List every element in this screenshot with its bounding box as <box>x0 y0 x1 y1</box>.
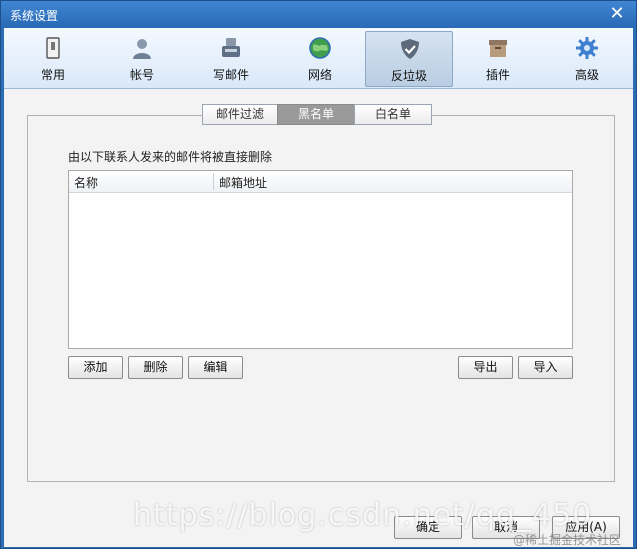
general-icon <box>46 37 60 59</box>
column-header-name[interactable]: 名称 <box>74 174 98 191</box>
toolbar-item-advanced[interactable]: 高级 <box>543 31 631 87</box>
tab-mail-filter[interactable]: 邮件过滤 <box>202 104 278 125</box>
network-icon <box>309 37 331 59</box>
gear-icon <box>576 37 598 59</box>
toolbar-item-general[interactable]: 常用 <box>9 31 97 87</box>
cancel-button[interactable]: 取消 <box>472 516 540 539</box>
toolbar-item-label: 插件 <box>485 68 510 82</box>
delete-button[interactable]: 删除 <box>128 356 183 379</box>
blacklist-description: 由以下联系人发来的邮件将被直接删除 <box>68 150 273 164</box>
account-icon <box>133 39 151 59</box>
export-button[interactable]: 导出 <box>458 356 513 379</box>
window-title: 系统设置 <box>10 9 59 23</box>
close-button[interactable]: ✕ <box>608 5 626 23</box>
ok-button[interactable]: 确定 <box>394 516 462 539</box>
toolbar-item-label: 反垃圾 <box>390 69 427 83</box>
compose-icon <box>222 38 240 57</box>
tab-whitelist[interactable]: 白名单 <box>354 104 432 125</box>
title-bar: 系统设置 ✕ <box>1 1 636 28</box>
toolbar-item-compose[interactable]: 写邮件 <box>187 31 275 87</box>
settings-content: 由以下联系人发来的邮件将被直接删除 名称 邮箱地址 添加 删除 编辑 导出 导入… <box>4 89 633 547</box>
table-header: 名称 邮箱地址 <box>69 171 572 193</box>
column-header-email[interactable]: 邮箱地址 <box>219 174 267 191</box>
blacklist-table[interactable]: 名称 邮箱地址 <box>68 170 573 349</box>
add-button[interactable]: 添加 <box>68 356 123 379</box>
apply-button[interactable]: 应用(A) <box>552 516 620 539</box>
toolbar-item-label: 写邮件 <box>212 68 249 82</box>
antispam-shield-icon <box>401 39 419 59</box>
toolbar-item-antispam[interactable]: 反垃圾 <box>365 31 453 87</box>
import-button[interactable]: 导入 <box>518 356 573 379</box>
edit-button[interactable]: 编辑 <box>188 356 243 379</box>
tab-blacklist[interactable]: 黑名单 <box>277 104 355 125</box>
toolbar-item-label: 帐号 <box>129 68 154 82</box>
toolbar-item-label: 高级 <box>574 68 599 82</box>
column-divider[interactable] <box>213 173 214 190</box>
toolbar-item-network[interactable]: 网络 <box>276 31 364 87</box>
settings-window: 系统设置 ✕ 常用 帐号 写邮件 网络 反垃圾 插件 高级 由以下联系人发来的邮… <box>0 0 637 549</box>
plugin-box-icon <box>489 40 507 57</box>
toolbar-item-plugin[interactable]: 插件 <box>454 31 542 87</box>
toolbar-item-label: 常用 <box>40 68 65 82</box>
settings-category-toolbar: 常用 帐号 写邮件 网络 反垃圾 插件 高级 <box>4 28 633 89</box>
toolbar-item-label: 网络 <box>307 68 332 82</box>
toolbar-item-account[interactable]: 帐号 <box>98 31 186 87</box>
antispam-groupbox: 由以下联系人发来的邮件将被直接删除 名称 邮箱地址 添加 删除 编辑 导出 导入 <box>27 115 615 482</box>
